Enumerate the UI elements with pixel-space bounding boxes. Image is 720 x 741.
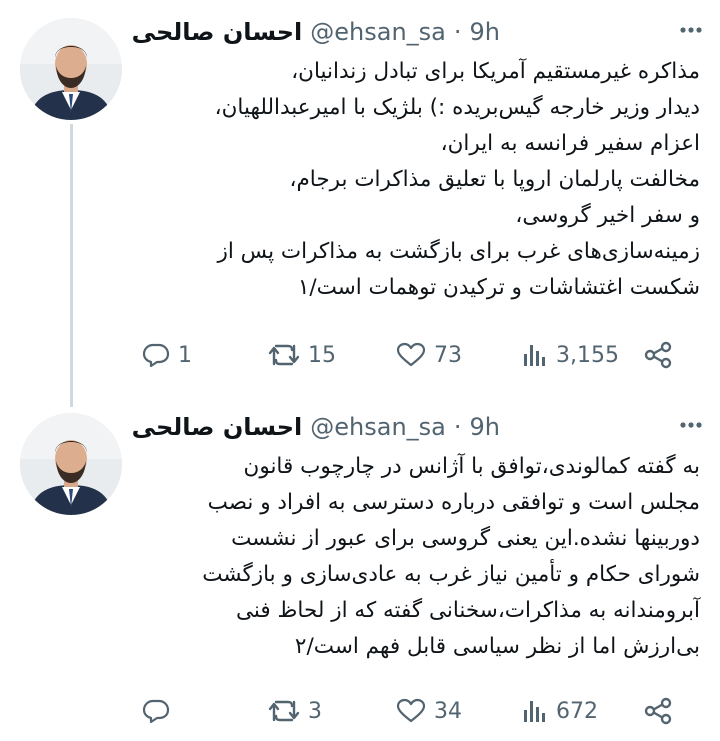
tweet-text-line: زمینه‌سازی‌های غرب برای بازگشت به مذاکرا… [217,239,700,264]
separator-dot: · [453,18,462,46]
tweet-text-line: مذاکره غیرمستقیم آمریکا برای تبادل زندان… [291,59,700,84]
retweet-icon [268,698,300,724]
share-icon [643,341,673,369]
more-dots-icon[interactable] [676,22,706,38]
avatar[interactable] [20,413,122,515]
retweet-icon [268,342,300,368]
views-button[interactable]: 672 [522,691,598,731]
view-count: 3,155 [556,342,619,368]
views-bar-chart-icon [522,342,548,368]
view-count: 672 [556,698,598,724]
tweet-text-line: آبرومندانه به مذاکرات،سخنانی گفته که از … [236,598,700,623]
tweet-text-line: به گفته کمالوندی،توافق با آژانس در چارچو… [243,454,700,479]
tweet-header: احسان صالحی @ehsan_sa · 9h [132,14,500,50]
separator-dot: · [453,413,462,441]
tweet-text-line: بی‌ارزش اما از نظر سیاسی قابل فهم است/۲ [294,634,700,659]
tweet-text-line: و سفر اخیر گروسی، [515,203,700,228]
avatar[interactable] [20,18,122,120]
author-handle[interactable]: @ehsan_sa [310,413,446,441]
reply-bubble-icon [142,698,170,724]
retweet-count: 3 [308,698,322,724]
tweet-text-line: دوربینها نشده.این یعنی گروسی برای عبور ا… [231,526,700,551]
tweet[interactable]: احسان صالحی @ehsan_sa · 9h مذاکره غیرمست… [0,0,720,407]
reply-count: 1 [178,342,192,368]
tweet-text: به گفته کمالوندی،توافق با آژانس در چارچو… [140,449,700,665]
author-name[interactable]: احسان صالحی [132,18,303,46]
like-button[interactable]: 34 [396,691,462,731]
tweet-text-line: دیدار وزیر خارجه گیس‌بریده :) بلژیک با ا… [214,95,700,120]
tweet-text-line: شکست اغتشاشات و ترکیدن توهمات است/۱ [297,275,700,300]
reply-bubble-icon [142,342,170,368]
author-name[interactable]: احسان صالحی [132,413,303,441]
tweet-text-line: مخالفت پارلمان اروپا با تعلیق مذاکرات بر… [289,167,700,192]
tweet-header: احسان صالحی @ehsan_sa · 9h [132,409,500,445]
tweet-thread: احسان صالحی @ehsan_sa · 9h مذاکره غیرمست… [0,0,720,741]
heart-icon [396,342,426,368]
share-icon [643,697,673,725]
retweet-button[interactable]: 15 [268,335,336,375]
share-button[interactable] [643,335,673,375]
thread-connector-line [70,124,73,407]
tweet-text: مذاکره غیرمستقیم آمریکا برای تبادل زندان… [140,54,700,306]
more-dots-icon[interactable] [676,417,706,433]
retweet-button[interactable]: 3 [268,691,322,731]
retweet-count: 15 [308,342,336,368]
reply-button[interactable]: 1 [142,335,192,375]
tweet-text-line: شورای حکام و تأمین نیاز غرب به عادی‌سازی… [202,562,700,587]
like-count: 73 [434,342,462,368]
tweet[interactable]: احسان صالحی @ehsan_sa · 9h به گفته کمالو… [0,395,720,741]
author-handle[interactable]: @ehsan_sa [310,18,446,46]
views-button[interactable]: 3,155 [522,335,619,375]
timestamp[interactable]: 9h [470,18,500,46]
share-button[interactable] [643,691,673,731]
like-count: 34 [434,698,462,724]
views-bar-chart-icon [522,698,548,724]
tweet-actions: 3 34 672 [140,691,700,731]
heart-icon [396,698,426,724]
reply-button[interactable] [142,691,178,731]
tweet-text-line: اعزام سفیر فرانسه به ایران، [440,131,700,156]
timestamp[interactable]: 9h [470,413,500,441]
tweet-actions: 1 15 73 3,155 [140,335,700,375]
like-button[interactable]: 73 [396,335,462,375]
tweet-text-line: مجلس است و توافقی درباره دسترسی به افراد… [207,490,700,515]
